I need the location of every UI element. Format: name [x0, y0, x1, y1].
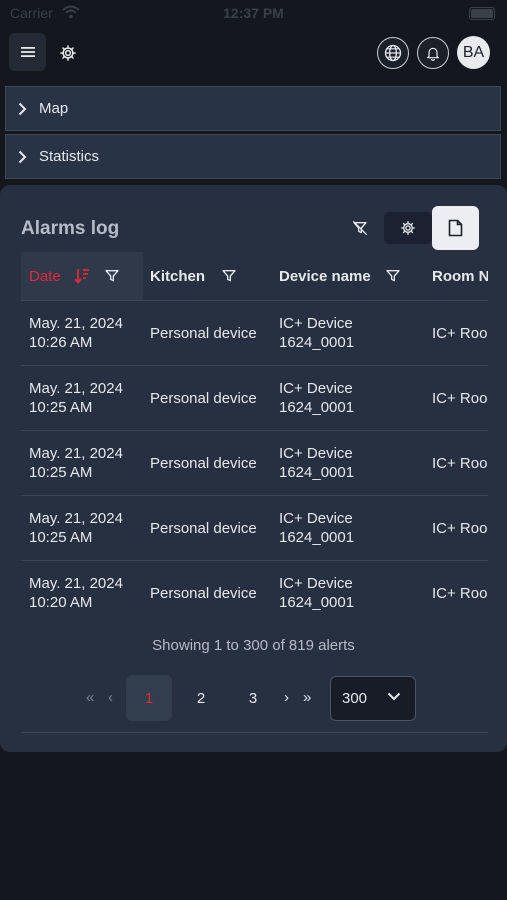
gear-icon[interactable]: [59, 44, 77, 62]
kitchen-cell: Personal device: [150, 389, 257, 407]
table-row[interactable]: May. 21, 2024 10:25 AM Personal device IC…: [21, 430, 488, 495]
page-size-value: 300: [342, 690, 368, 707]
kitchen-cell: Personal device: [150, 584, 257, 602]
filter-icon[interactable]: [221, 268, 237, 284]
device-id-text: 1624_0001: [279, 399, 355, 416]
time-text: 10:25 AM: [29, 399, 93, 416]
filter-icon[interactable]: [104, 268, 120, 284]
page-size-select[interactable]: 300: [330, 676, 416, 721]
time-text: 10:26 AM: [29, 334, 93, 351]
time-text: 10:25 AM: [29, 529, 93, 546]
date-cell: May. 21, 2024 10:26 AM: [29, 301, 123, 365]
device-cell: IC+ Device 1624_0001: [279, 301, 354, 365]
divider: [21, 732, 488, 733]
date-text: May. 21, 2024: [29, 380, 123, 397]
kitchen-cell: Personal device: [150, 324, 257, 342]
document-icon: [448, 219, 463, 237]
table-row[interactable]: May. 21, 2024 10:25 AM Personal device IC…: [21, 495, 488, 560]
export-button[interactable]: [432, 206, 479, 250]
date-cell: May. 21, 2024 10:20 AM: [29, 561, 123, 614]
date-text: May. 21, 2024: [29, 575, 123, 592]
kitchen-cell: Personal device: [150, 519, 257, 537]
accordion-label: Map: [39, 100, 69, 117]
filter-icon[interactable]: [385, 268, 401, 284]
room-cell: IC+ Roo: [432, 519, 488, 537]
alarms-table: Date Kitchen Device name Room N May. 21,…: [21, 252, 488, 614]
chevron-right-icon: [18, 102, 32, 116]
device-text: IC+ Device: [279, 445, 353, 462]
column-header-room[interactable]: Room N: [432, 252, 488, 300]
page-button-3[interactable]: 3: [230, 675, 276, 721]
date-cell: May. 21, 2024 10:25 AM: [29, 496, 123, 560]
pagination-summary: Showing 1 to 300 of 819 alerts: [152, 637, 355, 654]
first-page-icon[interactable]: «: [86, 689, 94, 706]
battery-icon: [469, 7, 495, 20]
sort-desc-icon[interactable]: [74, 267, 90, 285]
column-header-device-name[interactable]: Device name: [279, 252, 401, 300]
notifications-button[interactable]: [417, 37, 449, 69]
pagination: « ‹ 1 2 3 › »: [0, 675, 507, 722]
menu-button[interactable]: [9, 33, 46, 71]
accordion-label: Statistics: [39, 148, 100, 165]
table-row[interactable]: May. 21, 2024 10:26 AM Personal device IC…: [21, 300, 488, 365]
accordion-statistics[interactable]: Statistics: [5, 134, 501, 179]
status-time: 12:37 PM: [223, 5, 284, 21]
device-id-text: 1624_0001: [279, 529, 355, 546]
table-row[interactable]: May. 21, 2024 10:25 AM Personal device IC…: [21, 365, 488, 430]
device-cell: IC+ Device 1624_0001: [279, 431, 354, 495]
room-cell: IC+ Roo: [432, 389, 488, 407]
column-label: Room N: [432, 267, 488, 285]
column-header-kitchen[interactable]: Kitchen: [150, 252, 237, 300]
device-cell: IC+ Device 1624_0001: [279, 561, 354, 614]
date-text: May. 21, 2024: [29, 315, 123, 332]
device-id-text: 1624_0001: [279, 594, 355, 611]
device-text: IC+ Device: [279, 315, 353, 332]
bell-icon: [427, 47, 439, 61]
clear-filter-icon[interactable]: [352, 220, 368, 236]
room-cell: IC+ Roo: [432, 454, 488, 472]
column-label: Date: [29, 267, 61, 285]
device-cell: IC+ Device 1624_0001: [279, 366, 354, 430]
page-title: Alarms log: [21, 218, 120, 239]
page-button-1[interactable]: 1: [126, 675, 172, 721]
top-bar: BA: [0, 32, 507, 76]
table-row[interactable]: May. 21, 2024 10:20 AM Personal device IC…: [21, 560, 488, 614]
device-text: IC+ Device: [279, 510, 353, 527]
menu-icon: [20, 47, 35, 57]
time-text: 10:20 AM: [29, 594, 93, 611]
device-id-text: 1624_0001: [279, 334, 355, 351]
device-cell: IC+ Device 1624_0001: [279, 496, 354, 560]
chevron-right-icon: [18, 150, 32, 164]
language-button[interactable]: [377, 37, 409, 69]
device-text: IC+ Device: [279, 575, 353, 592]
column-label: Kitchen: [150, 267, 206, 285]
column-label: Device name: [279, 267, 371, 285]
next-page-icon[interactable]: ›: [284, 689, 289, 706]
accordion-map[interactable]: Map: [5, 86, 501, 131]
avatar[interactable]: BA: [457, 36, 490, 69]
date-cell: May. 21, 2024 10:25 AM: [29, 431, 123, 495]
room-cell: IC+ Roo: [432, 324, 488, 342]
status-bar: Carrier 12:37 PM: [0, 0, 507, 28]
date-cell: May. 21, 2024 10:25 AM: [29, 366, 123, 430]
date-text: May. 21, 2024: [29, 445, 123, 462]
last-page-icon[interactable]: »: [303, 689, 311, 706]
prev-page-icon[interactable]: ‹: [108, 689, 113, 706]
date-text: May. 21, 2024: [29, 510, 123, 527]
time-text: 10:25 AM: [29, 464, 93, 481]
page-button-2[interactable]: 2: [178, 675, 224, 721]
table-settings-button[interactable]: [384, 212, 432, 244]
chevron-down-icon: [387, 692, 401, 701]
table-header: Date Kitchen Device name Room N: [21, 252, 488, 300]
column-header-date[interactable]: Date: [21, 252, 143, 300]
room-cell: IC+ Roo: [432, 584, 488, 602]
globe-icon: [384, 44, 402, 62]
device-id-text: 1624_0001: [279, 464, 355, 481]
kitchen-cell: Personal device: [150, 454, 257, 472]
gear-icon: [401, 221, 415, 235]
device-text: IC+ Device: [279, 380, 353, 397]
